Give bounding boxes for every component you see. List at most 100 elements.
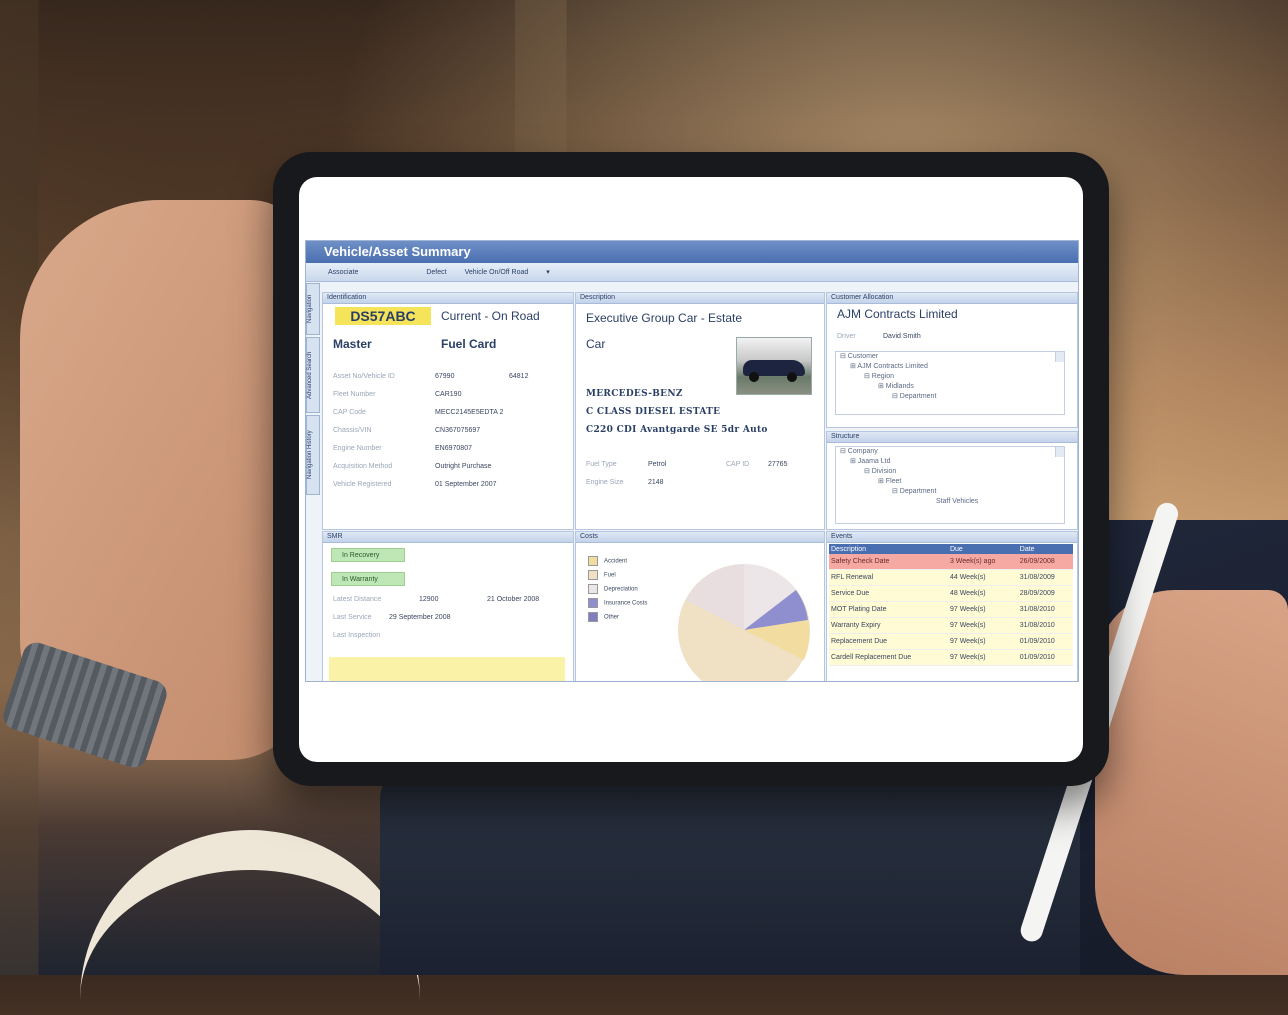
car-wheel xyxy=(749,372,759,382)
structure-panel: Structure ⊟ Company ⊞ Jaama Ltd ⊟ Divisi… xyxy=(826,431,1078,530)
event-due: 48 Week(s) xyxy=(947,585,1018,602)
tree-node[interactable]: ⊟ Department xyxy=(836,487,1064,497)
latest-distance-label: Latest Distance xyxy=(333,596,382,603)
legend-label: Insurance Costs xyxy=(604,600,648,607)
legend-item: Depreciation xyxy=(588,584,638,594)
events-panel: Events Description Due Date Safety Check… xyxy=(826,531,1078,681)
tree-node[interactable]: ⊟ Division xyxy=(836,467,1064,477)
field-label: CAP Code xyxy=(333,409,366,416)
in-warranty-badge: In Warranty xyxy=(331,572,405,586)
tab-navigation[interactable]: Navigation xyxy=(306,283,320,335)
legend-label: Fuel xyxy=(604,572,616,579)
table-row[interactable]: Service Due 48 Week(s) 28/09/2009 xyxy=(829,585,1073,602)
smr-note-area xyxy=(329,657,565,681)
last-service-label: Last Service xyxy=(333,614,372,621)
tree-node[interactable]: ⊞ Jaama Ltd xyxy=(836,457,1064,467)
engine-size-value: 2148 xyxy=(648,479,664,486)
column-header[interactable]: Due xyxy=(947,544,1018,554)
legend-label: Accident xyxy=(604,558,628,565)
event-date: 31/08/2010 xyxy=(1017,617,1073,634)
vehicle-variant: C220 CDI Avantgarde SE 5dr Auto xyxy=(586,425,768,435)
vehicle-model: C CLASS DIESEL ESTATE xyxy=(586,407,721,417)
cap-id-label: CAP ID xyxy=(726,461,750,468)
table-row[interactable]: RFL Renewal 44 Week(s) 31/08/2009 xyxy=(829,569,1073,586)
costs-header: Costs xyxy=(576,532,824,543)
costs-pie-chart xyxy=(678,564,810,681)
field-value: 01 September 2007 xyxy=(435,481,497,488)
tree-node[interactable]: ⊟ Department xyxy=(836,392,1064,402)
legend-label: Depreciation xyxy=(604,586,638,593)
associate-button[interactable]: Associate xyxy=(328,269,358,276)
table-row[interactable]: Cardell Replacement Due 97 Week(s) 01/09… xyxy=(829,649,1073,666)
window-title: Vehicle/Asset Summary xyxy=(306,241,1078,263)
event-date: 28/09/2009 xyxy=(1017,585,1073,602)
last-inspection-label: Last Inspection xyxy=(333,632,381,639)
field-value: 67990 xyxy=(435,373,455,380)
legend-item: Other xyxy=(588,612,619,622)
structure-header: Structure xyxy=(827,432,1077,443)
tab-advanced-search[interactable]: Advanced Search xyxy=(306,337,320,413)
event-description: MOT Plating Date xyxy=(829,601,948,618)
event-due: 97 Week(s) xyxy=(947,601,1018,618)
driver-value: David Smith xyxy=(883,333,921,340)
tree-scrollbar[interactable] xyxy=(1055,352,1064,362)
event-description: Replacement Due xyxy=(829,633,948,650)
toolbar-dropdown-icon[interactable]: ▾ xyxy=(546,268,550,276)
field-label: Asset No/Vehicle ID xyxy=(333,373,395,380)
vehicle-make: MERCEDES-BENZ xyxy=(586,389,683,399)
customer-tree[interactable]: ⊟ Customer ⊞ AJM Contracts Limited ⊟ Reg… xyxy=(835,351,1065,415)
event-date: 01/09/2010 xyxy=(1017,633,1073,650)
tree-node[interactable]: ⊟ Customer xyxy=(836,352,1064,362)
table-row[interactable]: Safety Check Date 3 Week(s) ago 26/09/20… xyxy=(829,554,1073,570)
description-panel: Description Executive Group Car - Estate… xyxy=(575,292,825,530)
structure-tree[interactable]: ⊟ Company ⊞ Jaama Ltd ⊟ Division ⊞ Fleet… xyxy=(835,446,1065,524)
driver-label: Driver xyxy=(837,333,856,340)
field-value: MECC2145E5EDTA 2 xyxy=(435,409,504,416)
event-due: 97 Week(s) xyxy=(947,617,1018,634)
vehicle-on-off-road-button[interactable]: Vehicle On/Off Road xyxy=(465,269,529,276)
identification-panel: Identification DS57ABC Current - On Road… xyxy=(322,292,574,530)
tree-node[interactable]: ⊞ AJM Contracts Limited xyxy=(836,362,1064,372)
engine-size-label: Engine Size xyxy=(586,479,624,486)
side-tabs: Navigation Advanced Search Navigation Hi… xyxy=(306,283,320,495)
tab-navigation-history[interactable]: Navigation History xyxy=(306,415,320,495)
table-row[interactable]: Warranty Expiry 97 Week(s) 31/08/2010 xyxy=(829,617,1073,634)
car-wheel xyxy=(787,372,797,382)
tree-node[interactable]: Staff Vehicles xyxy=(836,497,1064,507)
legend-swatch xyxy=(588,598,598,608)
column-header[interactable]: Date xyxy=(1017,544,1073,554)
event-date: 31/08/2009 xyxy=(1017,569,1073,586)
cap-id-value: 27765 xyxy=(768,461,788,468)
tree-scrollbar[interactable] xyxy=(1055,447,1064,457)
event-due: 97 Week(s) xyxy=(947,633,1018,650)
fuel-type-value: Petrol xyxy=(648,461,667,468)
field-value: Outright Purchase xyxy=(435,463,492,470)
field-label: Engine Number xyxy=(333,445,382,452)
customer-allocation-header: Customer Allocation xyxy=(827,293,1077,304)
tree-node[interactable]: ⊞ Fleet xyxy=(836,477,1064,487)
legend-item: Fuel xyxy=(588,570,616,580)
events-header-row: Description Due Date xyxy=(829,544,1073,554)
event-due: 3 Week(s) ago xyxy=(947,554,1018,570)
tree-node[interactable]: ⊞ Midlands xyxy=(836,382,1064,392)
tree-node[interactable]: ⊟ Region xyxy=(836,372,1064,382)
legend-swatch xyxy=(588,612,598,622)
smr-header: SMR xyxy=(323,532,573,543)
fuel-card: Fuel Card xyxy=(441,337,497,351)
description-header: Description xyxy=(576,293,824,304)
legend-swatch xyxy=(588,570,598,580)
toolbar: Associate Defect Vehicle On/Off Road ▾ xyxy=(306,263,1078,282)
column-header[interactable]: Description xyxy=(829,544,948,554)
events-header: Events xyxy=(827,532,1077,543)
table-row[interactable]: MOT Plating Date 97 Week(s) 31/08/2010 xyxy=(829,601,1073,618)
table-row[interactable]: Replacement Due 97 Week(s) 01/09/2010 xyxy=(829,633,1073,650)
smr-panel: SMR In Recovery In Warranty Latest Dista… xyxy=(322,531,574,681)
event-due: 97 Week(s) xyxy=(947,649,1018,666)
event-description: Warranty Expiry xyxy=(829,617,948,634)
tree-node[interactable]: ⊟ Company xyxy=(836,447,1064,457)
event-date: 01/09/2010 xyxy=(1017,649,1073,666)
description-title-line2: Car xyxy=(586,337,606,351)
defect-button[interactable]: Defect xyxy=(426,269,446,276)
legend-swatch xyxy=(588,556,598,566)
event-date: 31/08/2010 xyxy=(1017,601,1073,618)
